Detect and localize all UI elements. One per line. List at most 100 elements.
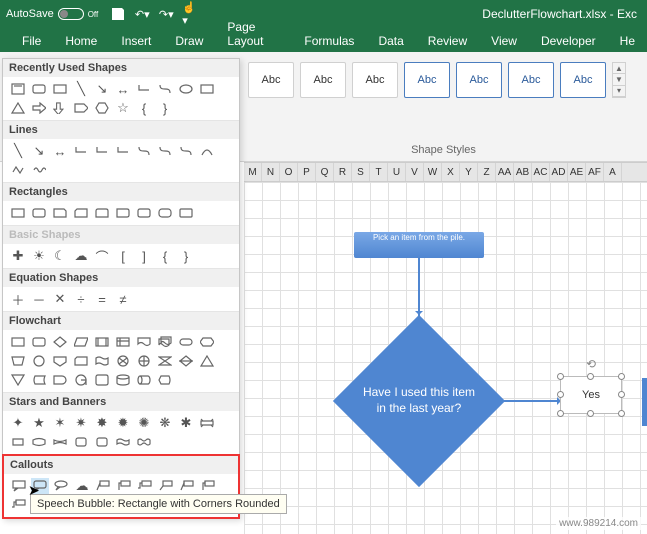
- scribble-icon[interactable]: [30, 162, 48, 178]
- curve-icon[interactable]: [198, 143, 216, 159]
- rbracket-icon[interactable]: }: [156, 100, 174, 116]
- fc-sort-icon[interactable]: [177, 353, 195, 369]
- ribbon1-icon[interactable]: [198, 415, 216, 431]
- save-icon[interactable]: [110, 6, 126, 22]
- fc-sum-icon[interactable]: [114, 353, 132, 369]
- double-arrow-icon[interactable]: ↔: [114, 81, 132, 97]
- bracket2-icon[interactable]: ]: [135, 248, 153, 264]
- sun-icon[interactable]: ☀: [30, 248, 48, 264]
- eq-plus-icon[interactable]: ＋: [9, 291, 27, 307]
- undo-icon[interactable]: ↶▾: [134, 6, 150, 22]
- selection-handle[interactable]: [618, 373, 625, 380]
- lbracket-icon[interactable]: {: [135, 100, 153, 116]
- style-preset-1[interactable]: Abc: [248, 62, 294, 98]
- brace2-icon[interactable]: }: [177, 248, 195, 264]
- fc-doc-icon[interactable]: [135, 334, 153, 350]
- rectangle-icon[interactable]: [51, 81, 69, 97]
- eq-mult-icon[interactable]: ✕: [51, 291, 69, 307]
- col-header[interactable]: V: [406, 163, 424, 181]
- rect-h-icon[interactable]: [156, 205, 174, 221]
- col-header[interactable]: R: [334, 163, 352, 181]
- col-header[interactable]: M: [244, 163, 262, 181]
- line6-icon[interactable]: [114, 143, 132, 159]
- rect-g-icon[interactable]: [135, 205, 153, 221]
- moon-icon[interactable]: ☾: [51, 248, 69, 264]
- flowchart-process-box[interactable]: Pick an item from the pile.: [354, 232, 484, 258]
- line3-icon[interactable]: ↔: [51, 143, 69, 159]
- fc-or-icon[interactable]: [135, 353, 153, 369]
- style-preset-4[interactable]: Abc: [404, 62, 450, 98]
- ribbon4-icon[interactable]: [51, 434, 69, 450]
- line2-icon[interactable]: ↘: [30, 143, 48, 159]
- cloud-icon[interactable]: ☁: [72, 248, 90, 264]
- tab-home[interactable]: Home: [53, 30, 109, 52]
- plus-icon[interactable]: ✚: [9, 248, 27, 264]
- eq-minus-icon[interactable]: －: [30, 291, 48, 307]
- arc-icon[interactable]: ⌒: [93, 248, 111, 264]
- col-header[interactable]: AC: [532, 163, 550, 181]
- flowchart-connector-down[interactable]: [418, 258, 420, 318]
- tab-insert[interactable]: Insert: [109, 30, 163, 52]
- line8-icon[interactable]: [156, 143, 174, 159]
- col-header[interactable]: N: [262, 163, 280, 181]
- col-header[interactable]: P: [298, 163, 316, 181]
- col-header[interactable]: Z: [478, 163, 496, 181]
- scroll-down-icon[interactable]: ▼: [613, 74, 625, 85]
- eq-noteq-icon[interactable]: ≠: [114, 291, 132, 307]
- col-header[interactable]: AD: [550, 163, 568, 181]
- col-header[interactable]: T: [370, 163, 388, 181]
- ribbon2-icon[interactable]: [9, 434, 27, 450]
- tab-page-layout[interactable]: Page Layout: [215, 16, 292, 52]
- col-header[interactable]: AA: [496, 163, 514, 181]
- fc-prep-icon[interactable]: [198, 334, 216, 350]
- flowchart-connector-right[interactable]: [504, 400, 564, 402]
- callout-cloud-icon[interactable]: ☁: [73, 478, 91, 494]
- col-header[interactable]: Q: [316, 163, 334, 181]
- fc-manual-icon[interactable]: [9, 353, 27, 369]
- rect-b-icon[interactable]: [30, 205, 48, 221]
- triangle-icon[interactable]: [9, 100, 27, 116]
- flowchart-yes-callout[interactable]: ⟲ Yes: [560, 376, 622, 414]
- fc-predef-icon[interactable]: [93, 334, 111, 350]
- selection-handle[interactable]: [557, 410, 564, 417]
- tab-formulas[interactable]: Formulas: [292, 30, 366, 52]
- callout-accent2-icon[interactable]: [199, 478, 217, 494]
- oval-icon[interactable]: [177, 81, 195, 97]
- col-header[interactable]: O: [280, 163, 298, 181]
- callout-line2-icon[interactable]: [115, 478, 133, 494]
- col-header[interactable]: W: [424, 163, 442, 181]
- fc-card-icon[interactable]: [72, 353, 90, 369]
- callout-rect-icon[interactable]: [10, 478, 28, 494]
- col-header[interactable]: A: [604, 163, 622, 181]
- right-arrow-icon[interactable]: [30, 100, 48, 116]
- line1-icon[interactable]: ╲: [9, 143, 27, 159]
- fc-direct-icon[interactable]: [135, 372, 153, 388]
- callout-accent1-icon[interactable]: [178, 478, 196, 494]
- arrow-line-icon[interactable]: ↘: [93, 81, 111, 97]
- textbox-shape-icon[interactable]: [9, 81, 27, 97]
- rect-f-icon[interactable]: [114, 205, 132, 221]
- fc-decision-icon[interactable]: [51, 334, 69, 350]
- pentagon-icon[interactable]: [72, 100, 90, 116]
- touch-mode-icon[interactable]: ☝▾: [182, 6, 198, 22]
- eq-div-icon[interactable]: ÷: [72, 291, 90, 307]
- fc-multi-icon[interactable]: [156, 334, 174, 350]
- fc-tape-icon[interactable]: [93, 353, 111, 369]
- style-preset-2[interactable]: Abc: [300, 62, 346, 98]
- line-icon[interactable]: ╲: [72, 81, 90, 97]
- fc-stored-icon[interactable]: [30, 372, 48, 388]
- selection-handle[interactable]: [587, 373, 594, 380]
- star6-icon[interactable]: ✶: [51, 415, 69, 431]
- col-header[interactable]: AB: [514, 163, 532, 181]
- callout-oval-icon[interactable]: [52, 478, 70, 494]
- star24-icon[interactable]: ❋: [156, 415, 174, 431]
- col-header[interactable]: Y: [460, 163, 478, 181]
- star16-icon[interactable]: ✺: [135, 415, 153, 431]
- callout-line4-icon[interactable]: [157, 478, 175, 494]
- wave-icon[interactable]: [114, 434, 132, 450]
- style-preset-5[interactable]: Abc: [456, 62, 502, 98]
- callout-line1-icon[interactable]: [94, 478, 112, 494]
- style-preset-6[interactable]: Abc: [508, 62, 554, 98]
- tab-data[interactable]: Data: [366, 30, 415, 52]
- rect-i-icon[interactable]: [177, 205, 195, 221]
